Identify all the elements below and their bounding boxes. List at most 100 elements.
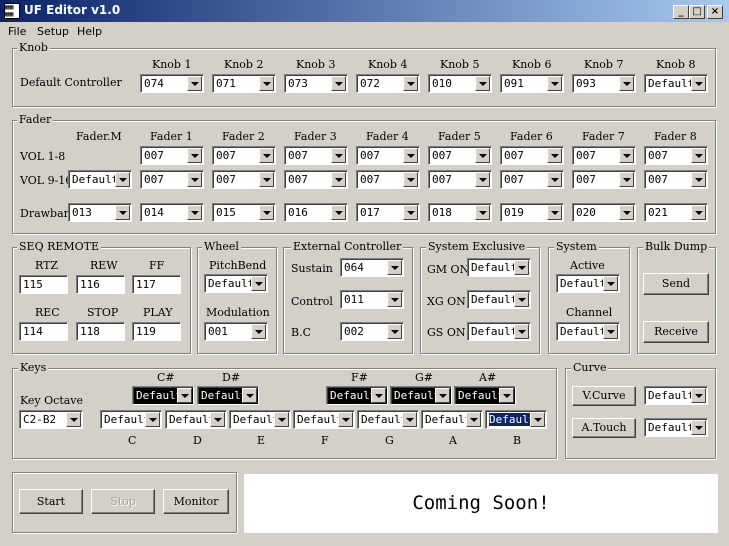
fader-row-1-col-0-select[interactable]: Default (68, 170, 132, 189)
chevron-down-icon[interactable] (603, 276, 618, 291)
chevron-down-icon[interactable] (435, 388, 450, 403)
knob-2-select[interactable]: 071 (212, 74, 276, 93)
fader-row-1-col-8-select[interactable]: 007 (644, 170, 708, 189)
vcurve-button[interactable]: V.Curve (572, 386, 636, 406)
menu-file[interactable]: File (8, 25, 26, 38)
fader-row-1-col-3-select[interactable]: 007 (284, 170, 348, 189)
chevron-down-icon[interactable] (259, 205, 274, 220)
chevron-down-icon[interactable] (475, 172, 490, 187)
chevron-down-icon[interactable] (387, 260, 402, 275)
monitor-button[interactable]: Monitor (163, 489, 229, 514)
fader-row-2-col-4-select[interactable]: 017 (356, 203, 420, 222)
chevron-down-icon[interactable] (499, 388, 514, 403)
control-select[interactable]: 011 (340, 290, 404, 309)
bc-select[interactable]: 002 (340, 322, 404, 341)
maximize-button[interactable]: □ (689, 5, 705, 19)
chevron-down-icon[interactable] (251, 324, 266, 339)
fader-row-1-col-1-select[interactable]: 007 (140, 170, 204, 189)
chevron-down-icon[interactable] (691, 420, 706, 435)
fader-row-0-col-4-select[interactable]: 007 (356, 146, 420, 165)
key-natural-select-1[interactable]: Default (165, 410, 227, 429)
chevron-down-icon[interactable] (387, 324, 402, 339)
chevron-down-icon[interactable] (514, 260, 529, 275)
fader-row-2-col-2-select[interactable]: 015 (212, 203, 276, 222)
atouch-select[interactable]: Default (644, 418, 708, 437)
fader-row-2-col-6-select[interactable]: 019 (500, 203, 564, 222)
ff-input[interactable]: 117 (132, 275, 181, 294)
fader-row-0-col-3-select[interactable]: 007 (284, 146, 348, 165)
chevron-down-icon[interactable] (331, 76, 346, 91)
pitchbend-select[interactable]: Default (204, 274, 268, 293)
chevron-down-icon[interactable] (547, 148, 562, 163)
chevron-down-icon[interactable] (547, 205, 562, 220)
chevron-down-icon[interactable] (403, 172, 418, 187)
chevron-down-icon[interactable] (210, 412, 225, 427)
key-sharp-select-4[interactable]: Default (454, 386, 516, 405)
chevron-down-icon[interactable] (403, 205, 418, 220)
knob-8-select[interactable]: Default (644, 74, 708, 93)
chevron-down-icon[interactable] (338, 412, 353, 427)
menu-setup[interactable]: Setup (37, 25, 69, 38)
chevron-down-icon[interactable] (259, 172, 274, 187)
chevron-down-icon[interactable] (691, 205, 706, 220)
key-natural-select-0[interactable]: Default (100, 410, 162, 429)
chevron-down-icon[interactable] (371, 388, 386, 403)
fader-row-2-col-3-select[interactable]: 016 (284, 203, 348, 222)
chevron-down-icon[interactable] (259, 76, 274, 91)
knob-5-select[interactable]: 010 (428, 74, 492, 93)
send-button[interactable]: Send (643, 273, 709, 295)
fader-row-0-col-2-select[interactable]: 007 (212, 146, 276, 165)
fader-row-0-col-8-select[interactable]: 007 (644, 146, 708, 165)
key-octave-select[interactable]: C2-B2 (19, 410, 83, 429)
chevron-down-icon[interactable] (691, 172, 706, 187)
close-button[interactable]: × (707, 5, 723, 19)
stop-input[interactable]: 118 (76, 322, 125, 341)
chevron-down-icon[interactable] (115, 172, 130, 187)
chevron-down-icon[interactable] (331, 148, 346, 163)
knob-1-select[interactable]: 074 (140, 74, 204, 93)
chevron-down-icon[interactable] (603, 324, 618, 339)
fader-row-2-col-5-select[interactable]: 018 (428, 203, 492, 222)
fader-row-0-col-1-select[interactable]: 007 (140, 146, 204, 165)
fader-row-1-col-2-select[interactable]: 007 (212, 170, 276, 189)
chevron-down-icon[interactable] (691, 76, 706, 91)
gs-on-select[interactable]: Default (467, 322, 531, 341)
fader-row-0-col-7-select[interactable]: 007 (572, 146, 636, 165)
chevron-down-icon[interactable] (466, 412, 481, 427)
chevron-down-icon[interactable] (619, 205, 634, 220)
chevron-down-icon[interactable] (187, 205, 202, 220)
chevron-down-icon[interactable] (187, 76, 202, 91)
chevron-down-icon[interactable] (691, 148, 706, 163)
start-button[interactable]: Start (19, 489, 83, 514)
receive-button[interactable]: Receive (643, 321, 709, 343)
chevron-down-icon[interactable] (530, 412, 545, 427)
fader-row-0-col-6-select[interactable]: 007 (500, 146, 564, 165)
fader-row-1-col-7-select[interactable]: 007 (572, 170, 636, 189)
chevron-down-icon[interactable] (242, 388, 257, 403)
fader-row-2-col-1-select[interactable]: 014 (140, 203, 204, 222)
knob-7-select[interactable]: 093 (572, 74, 636, 93)
menu-help[interactable]: Help (77, 25, 102, 38)
vcurve-select[interactable]: Default (644, 386, 708, 405)
chevron-down-icon[interactable] (145, 412, 160, 427)
chevron-down-icon[interactable] (187, 148, 202, 163)
chevron-down-icon[interactable] (514, 292, 529, 307)
chevron-down-icon[interactable] (331, 205, 346, 220)
chevron-down-icon[interactable] (475, 76, 490, 91)
fader-row-2-col-7-select[interactable]: 020 (572, 203, 636, 222)
knob-4-select[interactable]: 072 (356, 74, 420, 93)
knob-6-select[interactable]: 091 (500, 74, 564, 93)
chevron-down-icon[interactable] (619, 172, 634, 187)
minimize-button[interactable]: _ (673, 5, 689, 19)
chevron-down-icon[interactable] (619, 148, 634, 163)
chevron-down-icon[interactable] (475, 148, 490, 163)
chevron-down-icon[interactable] (402, 412, 417, 427)
modulation-select[interactable]: 001 (204, 322, 268, 341)
chevron-down-icon[interactable] (475, 205, 490, 220)
key-natural-select-5[interactable]: Default (421, 410, 483, 429)
chevron-down-icon[interactable] (274, 412, 289, 427)
key-natural-select-6[interactable]: Default (485, 410, 547, 429)
chevron-down-icon[interactable] (259, 148, 274, 163)
key-sharp-select-2[interactable]: Default (326, 386, 388, 405)
fader-row-0-col-5-select[interactable]: 007 (428, 146, 492, 165)
